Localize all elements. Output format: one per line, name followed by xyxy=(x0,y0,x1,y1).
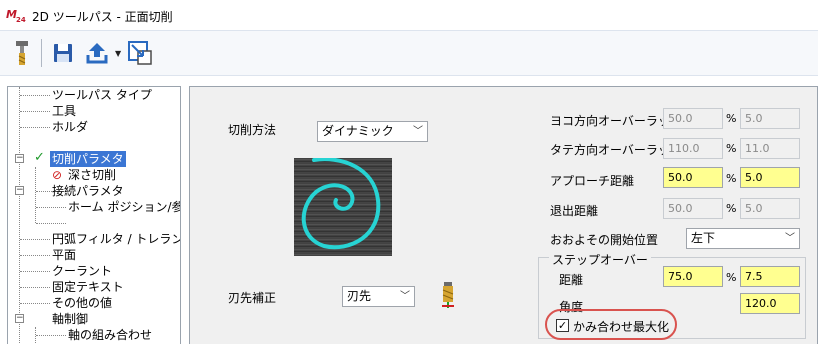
cut-method-label: 切削方法 xyxy=(228,123,277,137)
tree-item-linking-params[interactable]: 接続パラメタ xyxy=(52,183,124,199)
toolbar-separator xyxy=(41,39,42,67)
approach-distance-input[interactable]: 5.0 xyxy=(740,167,800,188)
approach-percent-input[interactable]: 50.0 xyxy=(663,167,723,188)
collapse-icon[interactable]: − xyxy=(15,154,24,163)
tool-tip-icon xyxy=(442,282,454,308)
tip-comp-label: 刃先補正 xyxy=(228,291,277,305)
tree-item-holder[interactable]: ホルダ xyxy=(52,119,88,135)
percent-sign: % xyxy=(726,172,737,185)
chevron-down-icon: ﹀ xyxy=(785,233,795,244)
collapse-icon[interactable]: − xyxy=(15,186,24,195)
export-icon[interactable] xyxy=(83,38,111,68)
toolpath-preview xyxy=(294,157,392,256)
stepover-angle-input[interactable]: 120.0 xyxy=(740,293,800,314)
exit-label: 退出距離 xyxy=(550,204,599,218)
window-title: 2D ツールパス - 正面切削 xyxy=(32,10,173,24)
stepover-percent-input[interactable]: 75.0 xyxy=(663,266,723,287)
chevron-down-icon[interactable]: ▼ xyxy=(115,49,121,58)
percent-sign: % xyxy=(726,142,737,155)
parameter-tree: ツールパス タイプ 工具 ホルダ − ✓ 切削パラメタ ⊘ 深さ切削 − 接続パ… xyxy=(7,86,181,344)
side-overlap-distance-input[interactable]: 5.0 xyxy=(740,108,800,129)
highlight-annotation xyxy=(545,309,677,340)
toolbar: ▼ xyxy=(0,30,818,76)
tree-item-home-ref-points[interactable]: ホーム ポジション/参照点 xyxy=(68,199,180,215)
side-overlap-percent-input[interactable]: 50.0 xyxy=(663,108,723,129)
percent-sign: % xyxy=(726,202,737,215)
start-position-select[interactable]: 左下 ﹀ xyxy=(686,228,800,249)
tree-item-arc-filter[interactable]: 円弧フィルタ / トレランス xyxy=(52,231,180,247)
vert-overlap-distance-input[interactable]: 11.0 xyxy=(740,138,800,159)
tree-item-toolpath-type[interactable]: ツールパス タイプ xyxy=(52,87,152,103)
cut-method-value: ダイナミック xyxy=(322,124,394,138)
cut-method-select[interactable]: ダイナミック ﹀ xyxy=(317,121,428,142)
tree-item-coolant[interactable]: クーラント xyxy=(52,263,112,279)
chevron-down-icon: ﹀ xyxy=(413,126,423,137)
tree-item-axis-control[interactable]: 軸制御 xyxy=(52,311,88,327)
exit-distance-input[interactable]: 5.0 xyxy=(740,198,800,219)
tip-comp-value: 刃先 xyxy=(347,289,372,303)
tree-item-canned-text[interactable]: 固定テキスト xyxy=(52,279,124,295)
tree-item-tool[interactable]: 工具 xyxy=(52,103,76,119)
distance-label: 距離 xyxy=(559,273,584,287)
collapse-icon[interactable]: − xyxy=(15,314,24,323)
tree-item-depth-cuts[interactable]: 深さ切削 xyxy=(68,167,116,183)
dynamic-toolpath-icon xyxy=(301,157,381,250)
stepover-distance-input[interactable]: 7.5 xyxy=(740,266,800,287)
select-region-icon[interactable] xyxy=(126,38,154,68)
start-position-value: 左下 xyxy=(691,231,716,245)
mastercam-logo-icon: M 24 xyxy=(6,8,26,23)
title-bar: M 24 2D ツールパス - 正面切削 xyxy=(0,0,818,30)
checkmark-icon: ✓ xyxy=(34,150,45,165)
save-icon[interactable] xyxy=(49,38,77,68)
svg-text:24: 24 xyxy=(16,16,26,23)
start-position-label: おおよその開始位置 xyxy=(550,233,659,247)
tool-icon[interactable] xyxy=(8,38,36,68)
approach-label: アプローチ距離 xyxy=(550,174,635,188)
tree-item-axis-combination[interactable]: 軸の組み合わせ xyxy=(68,327,152,343)
tree-item-planes[interactable]: 平面 xyxy=(52,247,76,263)
exit-percent-input[interactable]: 50.0 xyxy=(663,198,723,219)
prohibited-icon: ⊘ xyxy=(52,168,63,182)
tree-item-cut-params[interactable]: 切削パラメタ xyxy=(50,151,126,167)
tree-item-misc-values[interactable]: その他の値 xyxy=(52,295,112,311)
percent-sign: % xyxy=(726,271,737,284)
percent-sign: % xyxy=(726,112,737,125)
vert-overlap-percent-input[interactable]: 110.0 xyxy=(663,138,723,159)
chevron-down-icon: ﹀ xyxy=(400,291,410,302)
tip-comp-select[interactable]: 刃先 ﹀ xyxy=(342,286,415,307)
stepover-group-title: ステップオーバー xyxy=(549,251,651,268)
